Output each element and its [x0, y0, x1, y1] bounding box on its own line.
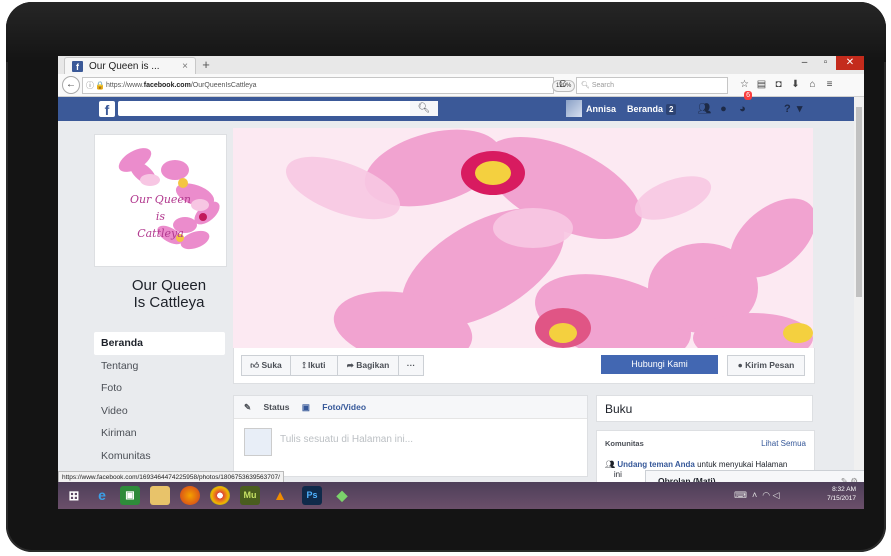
avatar[interactable] [566, 100, 582, 117]
new-tab-button[interactable]: + [198, 56, 214, 74]
home-count-badge: 2 [666, 104, 676, 115]
firefox-icon[interactable] [180, 486, 200, 505]
url-text: https://www.facebook.com/OurQueenIsCattl… [106, 78, 257, 93]
window-controls: –▫✕ [794, 56, 864, 70]
logo-script-line: Cattleya [95, 227, 226, 240]
like-button[interactable]: 👍︎ Suka [241, 355, 291, 376]
nav-item-beranda[interactable]: Beranda [94, 332, 225, 355]
home-icon[interactable]: ⌂ [804, 77, 821, 92]
close-window-icon[interactable]: ✕ [836, 56, 864, 70]
browser-tab[interactable]: f Our Queen is ... × [64, 57, 196, 75]
profile-picture[interactable]: Our Queen is Cattleya [94, 134, 227, 267]
see-all-link[interactable]: Lihat Semua [761, 439, 806, 448]
vlc-icon[interactable]: ▲ [270, 486, 290, 505]
chevron-up-icon[interactable]: ˄ [752, 490, 757, 500]
muse-icon[interactable]: Mu [240, 486, 260, 505]
home-link[interactable]: Beranda2 [627, 97, 676, 121]
composer-input[interactable]: Tulis sesuatu di Halaman ini... [280, 434, 413, 445]
reload-icon[interactable]: C [559, 77, 566, 92]
windows-start-icon[interactable]: ⊞ [64, 486, 84, 505]
file-explorer-icon[interactable] [150, 486, 170, 505]
nav-item-video[interactable]: Video [94, 400, 225, 423]
minimize-icon[interactable]: – [794, 56, 815, 70]
keyboard-icon[interactable]: ⌨ [734, 490, 747, 500]
nav-item-tentang[interactable]: Tentang [94, 355, 225, 378]
category-box[interactable]: Buku [596, 395, 813, 422]
browser-tab-bar: f Our Queen is ... × + –▫✕ [58, 56, 864, 74]
info-icon[interactable]: ⓘ [86, 78, 94, 93]
cover-photo[interactable] [233, 128, 813, 348]
community-heading: Komunitas [605, 439, 644, 448]
network-app-icon[interactable]: ◆ [332, 486, 352, 505]
system-tray-icons: ⌨ ˄ ◠ ◁ [734, 482, 780, 509]
browser-nav-bar: ← ⓘ 🔒 https://www.facebook.com/OurQueenI… [58, 74, 864, 97]
wifi-icon[interactable]: ◠ [762, 490, 770, 500]
send-message-button[interactable]: ● Kirim Pesan [727, 355, 805, 376]
logo-script-line: is [95, 210, 226, 223]
help-icon[interactable]: ? ▾ [784, 97, 802, 121]
page-title[interactable]: Our Queen Is Cattleya [94, 277, 244, 311]
bookmark-star-icon[interactable]: ☆ [736, 77, 753, 92]
friend-requests-icon[interactable]: 👥︎ [695, 97, 714, 121]
share-button[interactable]: ➦ Bagikan [337, 355, 399, 376]
back-button[interactable]: ← [62, 76, 80, 94]
orchid-cover-image [233, 128, 813, 348]
menu-icon[interactable]: ≡ [821, 77, 838, 92]
more-options-button[interactable]: ··· [398, 355, 424, 376]
facebook-top-bar: f 🔍︎ Annisa Beranda2 👥︎●◕6 ? ▾ [58, 97, 864, 121]
notification-count-badge: 6 [744, 91, 752, 100]
store-icon[interactable]: ▣ [120, 486, 140, 505]
tab-close-icon[interactable]: × [182, 58, 188, 75]
url-bar[interactable]: ⓘ 🔒 https://www.facebook.com/OurQueenIsC… [82, 77, 554, 94]
post-composer: ✎ Status ▣ Foto/Video Tulis sesuatu di H… [233, 395, 588, 477]
photoshop-icon[interactable]: Ps [302, 486, 322, 505]
user-name-link[interactable]: Annisa [586, 97, 616, 121]
messenger-icon[interactable]: ● [714, 97, 733, 121]
tablet-bezel-top [6, 2, 886, 62]
chrome-icon[interactable] [210, 486, 230, 505]
tab-photo-video[interactable]: ▣ Foto/Video [302, 402, 366, 412]
page-left-nav: Beranda Tentang Foto Video Kiriman Komun… [94, 332, 225, 468]
page-action-bar: 👍︎ Suka ⟟ Ikuti ➦ Bagikan ··· Hubungi Ka… [233, 348, 815, 384]
screen: f Our Queen is ... × + –▫✕ ← ⓘ 🔒 https:/… [58, 56, 864, 509]
reader-icon[interactable]: ▤ [753, 77, 770, 92]
scrollbar-thumb[interactable] [856, 107, 862, 297]
invite-friends-link[interactable]: Undang teman Anda [617, 460, 694, 469]
logo-script-line: Our Queen [95, 193, 226, 206]
facebook-search-input[interactable] [118, 101, 436, 116]
tab-title: Our Queen is ... [89, 58, 160, 75]
notifications-icon[interactable]: ◕6 [733, 97, 752, 121]
windows-taskbar: ⊞ e ▣ Mu ▲ Ps ◆ ⌨ ˄ ◠ ◁ 8:32 AM 7/15/201… [58, 482, 864, 509]
avatar [244, 428, 272, 456]
lock-icon: 🔒 [95, 78, 105, 93]
toolbar-icons: ☆▤◘⬇⌂≡ [736, 77, 838, 92]
facebook-nav-icons: 👥︎●◕6 [695, 97, 752, 121]
facebook-logo-icon[interactable]: f [99, 101, 115, 117]
browser-search-input[interactable]: 🔍︎ Search [576, 77, 728, 94]
search-icon[interactable]: 🔍︎ [410, 101, 438, 116]
tab-status[interactable]: ✎ Status [244, 402, 289, 412]
scrollbar[interactable] [854, 97, 864, 491]
nav-item-foto[interactable]: Foto [94, 377, 225, 400]
clock[interactable]: 8:32 AM 7/15/2017 [827, 485, 856, 503]
nav-item-komunitas[interactable]: Komunitas [94, 445, 225, 468]
facebook-favicon-icon: f [72, 61, 83, 72]
maximize-icon[interactable]: ▫ [815, 56, 836, 70]
composer-tabs: ✎ Status ▣ Foto/Video [234, 396, 587, 419]
internet-explorer-icon[interactable]: e [92, 486, 112, 505]
download-icon[interactable]: ⬇ [787, 77, 804, 92]
nav-item-kiriman[interactable]: Kiriman [94, 422, 225, 445]
volume-icon[interactable]: ◁ [773, 490, 780, 500]
follow-button[interactable]: ⟟ Ikuti [290, 355, 338, 376]
pocket-icon[interactable]: ◘ [770, 77, 787, 92]
contact-us-button[interactable]: Hubungi Kami [601, 355, 718, 374]
